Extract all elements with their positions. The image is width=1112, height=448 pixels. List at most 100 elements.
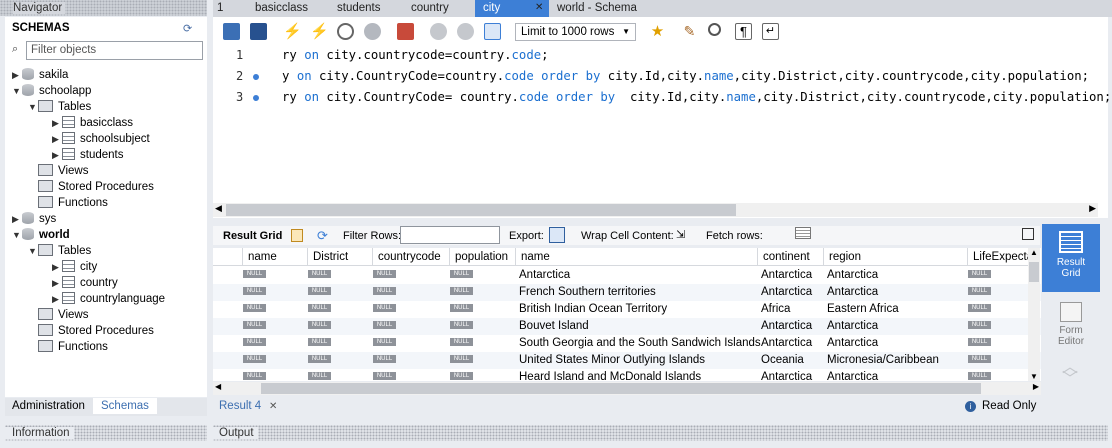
code-line[interactable]: y on city.CountryCode=country.code order… [282, 69, 1089, 83]
find-icon[interactable] [708, 23, 721, 36]
tree-item-views[interactable]: Views [28, 163, 88, 179]
expanded-arrow-icon[interactable]: ▼ [28, 243, 38, 259]
tab-students[interactable]: students [337, 0, 380, 17]
grid-cell[interactable]: Micronesia/Caribbean [827, 352, 939, 369]
grid-cell[interactable]: Antarctica [827, 369, 878, 381]
tree-item-tables[interactable]: ▼ Tables [28, 243, 91, 259]
column-header[interactable]: continent [758, 248, 824, 266]
collapsed-arrow-icon[interactable]: ▶ [12, 211, 22, 227]
tree-item-tables[interactable]: ▼ Tables [28, 99, 91, 115]
tab-basicclass[interactable]: basicclass [255, 0, 308, 17]
autocommit-icon[interactable] [484, 23, 501, 40]
refresh-icon[interactable]: ⟳ [183, 22, 192, 35]
tree-item-functions[interactable]: Functions [28, 339, 108, 355]
scroll-up-icon[interactable]: ▲ [1030, 248, 1038, 257]
grid-cell[interactable]: Heard Island and McDonald Islands [519, 369, 701, 381]
grid-horizontal-scrollbar[interactable]: ◀ ▶ [213, 382, 1041, 395]
column-header[interactable]: District [308, 248, 373, 266]
tree-item-country[interactable]: ▶ country [52, 275, 118, 291]
refresh-results-icon[interactable]: ⟳ [317, 228, 328, 244]
execute-current-icon[interactable]: ⚡ [310, 23, 329, 40]
grid-cell[interactable]: Eastern Africa [827, 301, 899, 318]
grid-vertical-scrollbar[interactable]: ▲ ▼ [1028, 248, 1040, 381]
toggle-panel-icon[interactable] [1022, 228, 1034, 240]
tree-item-city[interactable]: ▶ city [52, 259, 97, 275]
collapsed-arrow-icon[interactable]: ▶ [52, 259, 62, 275]
toggle-error-icon[interactable] [397, 23, 414, 40]
result-grid-button[interactable]: Result Grid [1042, 224, 1100, 292]
beautify-icon[interactable]: ✎ [681, 23, 698, 40]
collapsed-arrow-icon[interactable]: ▶ [52, 131, 62, 147]
grid-cell[interactable]: Africa [761, 301, 790, 318]
tree-item-schoolsubject[interactable]: ▶ schoolsubject [52, 131, 150, 147]
filter-rows-input[interactable] [400, 226, 500, 244]
tab-country[interactable]: country [411, 0, 449, 17]
result-grid[interactable]: name District countrycode population name con… [213, 248, 1041, 381]
close-result-icon[interactable]: ✕ [269, 401, 277, 412]
expanded-arrow-icon[interactable]: ▼ [12, 227, 22, 243]
grid-cell[interactable]: United States Minor Outlying Islands [519, 352, 705, 369]
table-row[interactable]: NULL NULL NULL NULL NULL Heard Island and McD… [213, 369, 1041, 381]
grid-cell[interactable]: Oceania [761, 352, 804, 369]
tree-item-stored-procedures[interactable]: Stored Procedures [28, 323, 154, 339]
grid-scroll-left-icon[interactable]: ◀ [215, 382, 221, 391]
grid-cell[interactable]: Antarctica [761, 284, 812, 301]
editor-scroll-thumb[interactable] [226, 204, 736, 216]
form-editor-button[interactable]: Form Editor [1042, 296, 1100, 356]
collapsed-arrow-icon[interactable]: ▶ [52, 291, 62, 307]
table-row[interactable]: NULL NULL NULL NULL NULL Antarctica Antarctica… [213, 267, 1041, 284]
grid-cell[interactable]: Antarctica [827, 335, 878, 352]
grid-cell[interactable]: Antarctica [827, 284, 878, 301]
tab-schemas[interactable]: Schemas [93, 398, 157, 414]
table-row[interactable]: NULL NULL NULL NULL NULL British Indian Ocean… [213, 301, 1041, 318]
scroll-right-icon[interactable]: ▶ [1089, 203, 1096, 214]
column-header[interactable]: name [243, 248, 308, 266]
result-grid-label[interactable]: Result Grid [223, 230, 282, 242]
export-icon[interactable] [549, 227, 565, 243]
tree-item-countrylanguage[interactable]: ▶ countrylanguage [52, 291, 165, 307]
scroll-chevrons-icon[interactable]: ︿ ﹀ [1062, 360, 1078, 388]
filter-objects-input[interactable]: Filter objects [26, 41, 203, 60]
collapsed-arrow-icon[interactable]: ▶ [52, 275, 62, 291]
grid-scroll-right-icon[interactable]: ▶ [1033, 382, 1039, 391]
invisible-chars-icon[interactable]: ¶ [735, 23, 752, 40]
tab-world-schema[interactable]: world - Schema [557, 0, 637, 17]
editor-horizontal-scrollbar[interactable]: ◀ ▶ [213, 203, 1098, 217]
tree-item-basicclass[interactable]: ▶ basicclass [52, 115, 133, 131]
star-add-icon[interactable]: ★ [649, 23, 666, 40]
tree-item-functions[interactable]: Functions [28, 195, 108, 211]
tree-item-views[interactable]: Views [28, 307, 88, 323]
rollback-icon[interactable] [457, 23, 474, 40]
scroll-left-icon[interactable]: ◀ [215, 203, 222, 214]
stop-icon[interactable] [364, 23, 381, 40]
collapsed-arrow-icon[interactable]: ▶ [52, 147, 62, 163]
column-header[interactable]: name [516, 248, 758, 266]
grid-vscroll-thumb[interactable] [1029, 262, 1039, 282]
expanded-arrow-icon[interactable]: ▼ [12, 83, 22, 99]
wrap-lines-icon[interactable]: ↵ [762, 23, 779, 40]
tab-administration[interactable]: Administration [12, 400, 85, 412]
fetch-rows-icon[interactable] [795, 227, 811, 239]
table-row[interactable]: NULL NULL NULL NULL NULL French Southern terr… [213, 284, 1041, 301]
collapsed-arrow-icon[interactable]: ▶ [12, 67, 22, 83]
grid-cell[interactable]: Antarctica [827, 267, 878, 284]
code-line[interactable]: ry on city.countrycode=country.code; [282, 48, 549, 62]
tree-item-stored-procedures[interactable]: Stored Procedures [28, 179, 154, 195]
collapsed-arrow-icon[interactable]: ▶ [52, 115, 62, 131]
grid-cell[interactable]: Antarctica [761, 335, 812, 352]
grid-cell[interactable]: Antarctica [761, 318, 812, 335]
grid-cell[interactable]: Antarctica [761, 369, 812, 381]
wrap-cell-icon[interactable]: ⇲ [676, 228, 685, 241]
grid-cell[interactable]: South Georgia and the South Sandwich Isl… [519, 335, 761, 352]
column-header[interactable]: population [450, 248, 516, 266]
code-line[interactable]: ry on city.CountryCode= country.code ord… [282, 90, 1111, 104]
commit-icon[interactable] [430, 23, 447, 40]
save-icon[interactable] [250, 23, 267, 40]
tab-result-4[interactable]: Result 4 ✕ [213, 398, 283, 416]
tree-item-world[interactable]: ▼ world [12, 227, 70, 243]
grid-cell[interactable]: British Indian Ocean Territory [519, 301, 667, 318]
tab-city[interactable]: city ✕ [475, 0, 549, 17]
grid-cell[interactable]: Antarctica [827, 318, 878, 335]
close-icon[interactable]: ✕ [535, 0, 543, 16]
execute-icon[interactable]: ⚡ [283, 23, 302, 40]
